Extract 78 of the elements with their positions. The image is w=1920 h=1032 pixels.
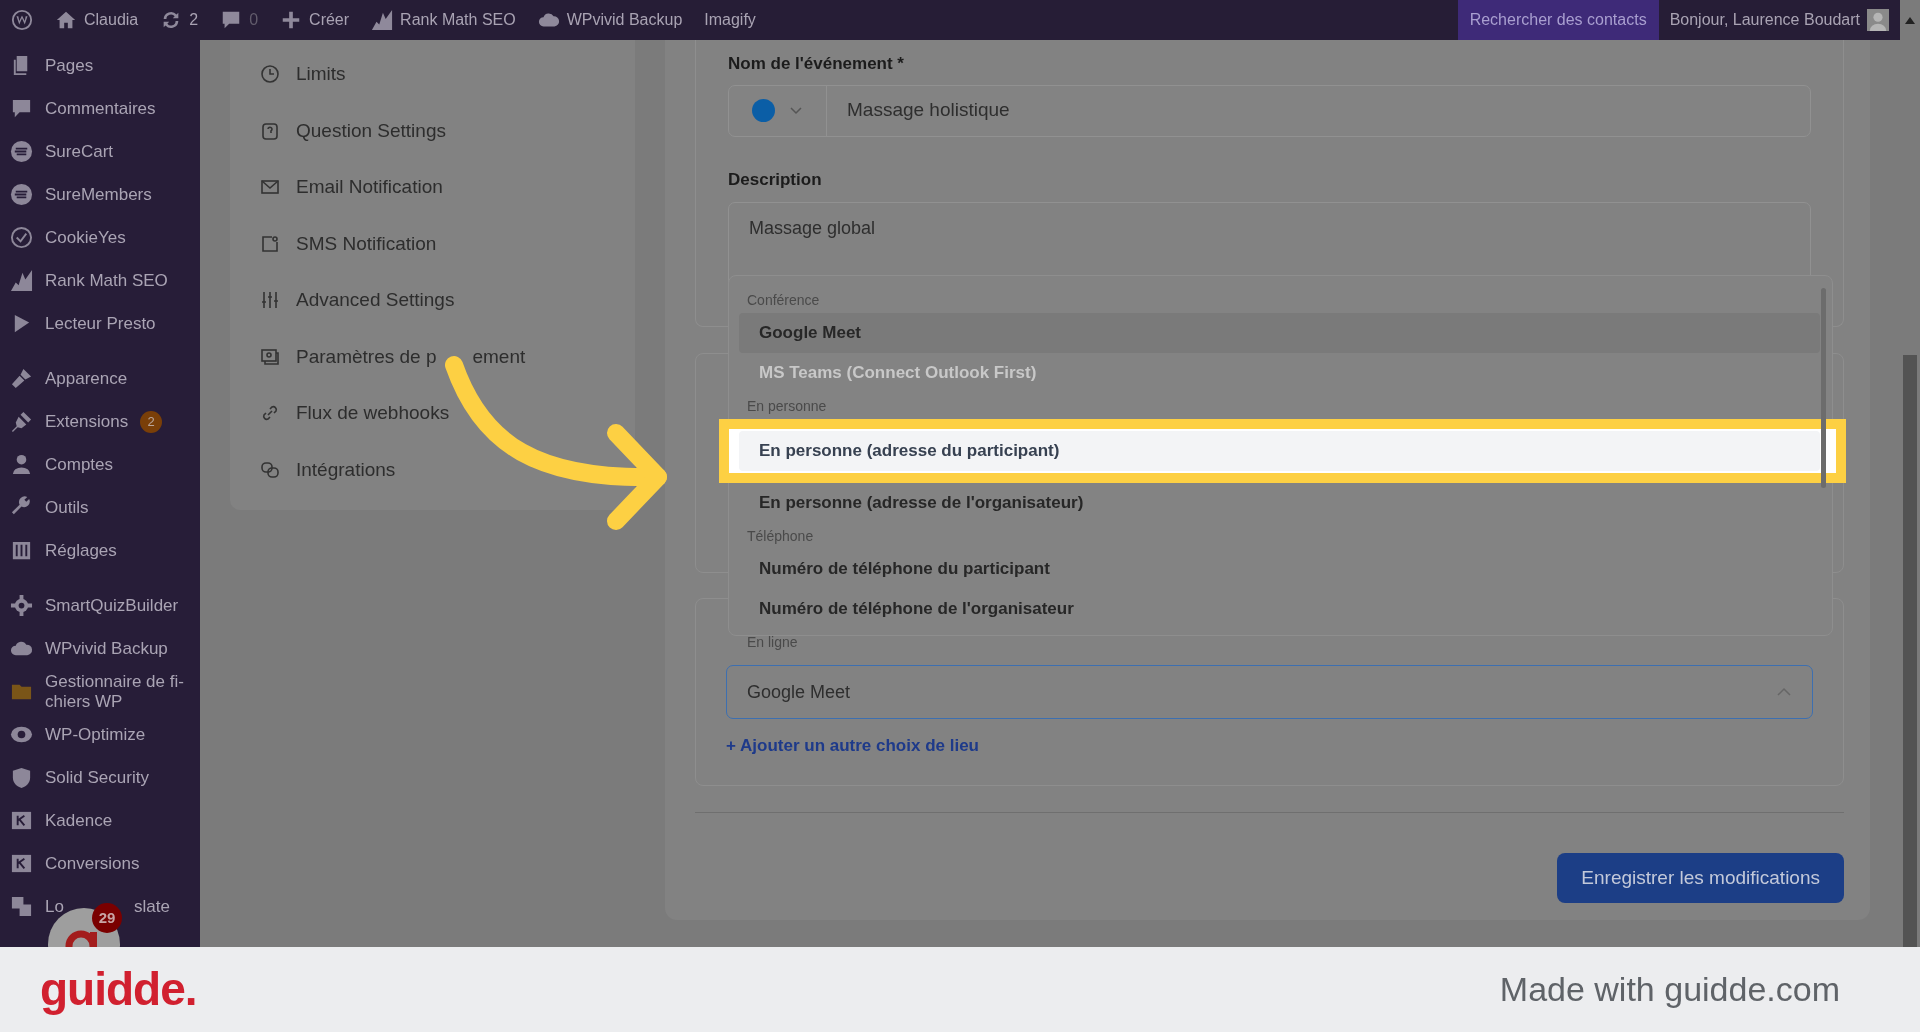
sidebar-item[interactable]: Gestionnaire de fi-chiers WP <box>0 670 200 713</box>
clock-icon <box>260 64 280 85</box>
scrollbar[interactable] <box>1821 288 1826 488</box>
field-label: Nom de l'événement * <box>728 53 905 75</box>
integrations-icon <box>260 459 280 480</box>
home-icon <box>55 9 77 31</box>
phone-icon <box>260 233 280 254</box>
sidebar-item[interactable]: SmartQuizBuilder <box>0 584 200 627</box>
dropdown-option[interactable]: Google Meet <box>739 313 1820 353</box>
sidebar-item[interactable]: Lecteur Presto <box>0 302 200 345</box>
toolbar-link[interactable]: 2 <box>149 0 210 40</box>
settings-nav-item[interactable]: Advanced Settings <box>260 272 635 329</box>
shield-icon <box>10 766 33 789</box>
sidebar-item[interactable]: WP-Optimize <box>0 713 200 756</box>
location-select[interactable]: Google Meet <box>726 665 1813 719</box>
kbox-icon <box>10 809 33 832</box>
settings-nav-label[interactable]: ement <box>472 342 526 371</box>
scrollbar[interactable] <box>1903 355 1917 947</box>
settings-nav-item[interactable]: Limits <box>260 46 635 103</box>
sidebar-item[interactable]: SureMembers <box>0 173 200 216</box>
settings-nav-item[interactable]: Flux de webhooks <box>260 385 635 442</box>
sliders-icon <box>260 290 280 311</box>
menu-label: Lo <box>45 895 64 918</box>
kbox-icon <box>10 852 33 875</box>
account-menu[interactable]: Bonjour, Laurence Boudart <box>1658 0 1900 40</box>
option-group-header: En ligne <box>746 633 799 652</box>
stripes-icon <box>10 140 33 163</box>
field-label: Description <box>728 168 823 191</box>
user-icon <box>10 453 33 476</box>
sidebar-item[interactable]: Comptes <box>0 443 200 486</box>
chart-icon <box>10 269 33 292</box>
sidebar-item[interactable]: Conversions <box>0 842 200 885</box>
sidebar-item[interactable]: Outils <box>0 486 200 529</box>
sidebar-item[interactable]: WPvivid Backup <box>0 627 200 670</box>
sidebar-item[interactable]: CookieYes <box>0 216 200 259</box>
sidebar-item[interactable]: Réglages <box>0 529 200 572</box>
update-count-badge: 2 <box>140 410 163 433</box>
chevron-up-icon <box>1776 687 1792 697</box>
option-group-header: En personne <box>746 397 828 416</box>
settings-nav-item[interactable]: Email Notification <box>260 159 635 216</box>
sliders-icon <box>10 539 33 562</box>
settings-nav-item[interactable]: Question Settings <box>260 102 635 159</box>
check-icon <box>10 226 33 249</box>
sidebar-item[interactable]: Rank Math SEO <box>0 259 200 302</box>
sidebar-item[interactable]: Solid Security <box>0 756 200 799</box>
toolbar-link[interactable]: WPvivid Backup <box>526 0 694 40</box>
settings-nav-item[interactable]: Intégrations <box>260 441 635 498</box>
dropdown-option[interactable]: En personne (adresse de l'organisateur) <box>739 482 1820 522</box>
save-button[interactable]: Enregistrer les modifications <box>1557 852 1844 903</box>
dropdown-option[interactable]: En personne (adresse du participant) <box>739 431 1820 471</box>
plug-icon <box>10 410 33 433</box>
wordpress-icon <box>11 9 33 31</box>
toolbar-link[interactable]: Rank Math SEO <box>360 0 527 40</box>
question-icon <box>260 120 280 141</box>
settings-nav-label[interactable]: Paramètres de p <box>296 342 437 371</box>
dropdown-option[interactable]: Numéro de téléphone de l'organisateur <box>739 588 1820 628</box>
scroll-up-icon[interactable] <box>1905 16 1915 24</box>
sidebar-item[interactable]: Apparence <box>0 357 200 400</box>
guidde-logo: guidde. <box>40 962 197 1017</box>
menu-label: slate <box>133 895 170 918</box>
chart-icon <box>371 9 394 31</box>
sidebar-item[interactable]: Extensions 2 <box>0 400 200 443</box>
settings-nav-item[interactable]: SMS Notification <box>260 215 635 272</box>
sidebar-item[interactable]: Pages <box>0 44 200 87</box>
sidebar-item[interactable]: Kadence <box>0 799 200 842</box>
toolbar-link[interactable]: Claudia <box>44 0 150 40</box>
sidebar-item[interactable]: SureCart <box>0 130 200 173</box>
contact-search-button[interactable]: Rechercher des contacts <box>1457 0 1659 40</box>
dropdown-option[interactable]: Numéro de téléphone du participant <box>739 549 1820 589</box>
credit-text: Made with guidde.com <box>1499 969 1840 1010</box>
sidebar-item[interactable]: Commentaires <box>0 87 200 130</box>
toolbar-link[interactable]: Imagify <box>693 0 767 40</box>
option-group-header: Téléphone <box>746 527 815 546</box>
brush-icon <box>10 367 33 390</box>
stripes-icon <box>10 183 33 206</box>
payment-icon <box>260 346 280 367</box>
avatar-icon <box>1867 9 1889 31</box>
toolbar-link[interactable]: Créer <box>269 0 361 40</box>
